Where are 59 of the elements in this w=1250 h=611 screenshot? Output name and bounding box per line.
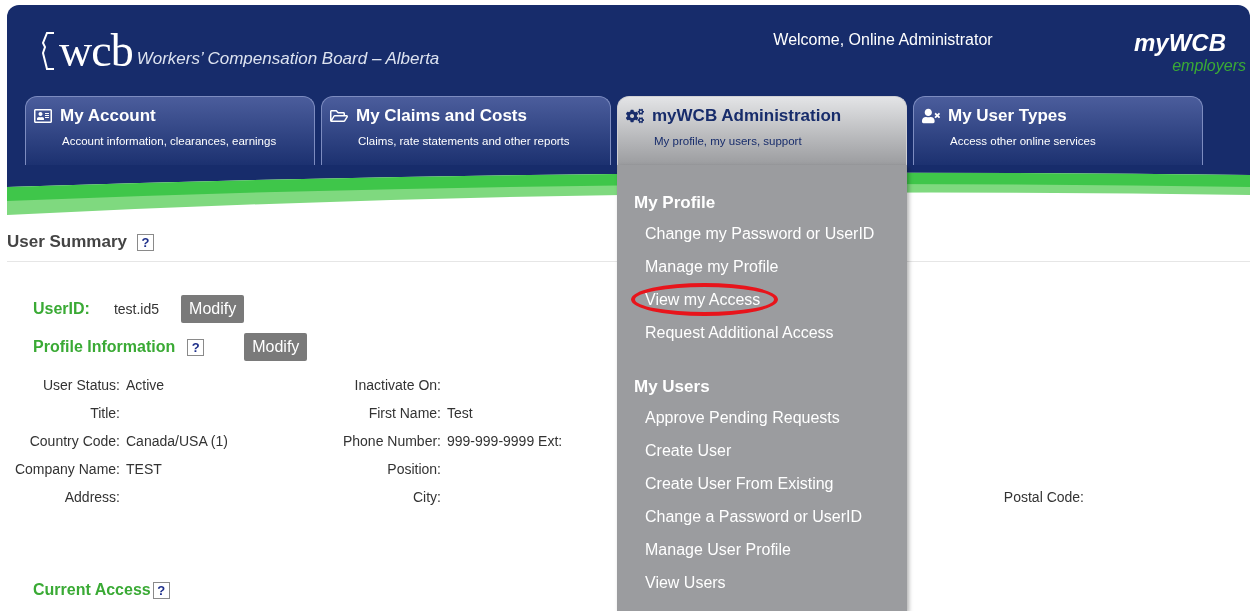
menu-item[interactable]: Approve Pending Requests	[634, 401, 840, 434]
id-card-icon	[34, 107, 52, 125]
logo-text: wcb	[59, 31, 133, 71]
tab-subtitle: Access other online services	[949, 135, 1097, 147]
field-value: Test	[447, 405, 473, 421]
field-label: Title:	[90, 405, 120, 421]
section-heading: Profile Information	[33, 338, 176, 356]
tab-subtitle: Account information, clearances, earnings	[61, 135, 278, 147]
tab-subtitle: Claims, rate statements and other reports	[357, 135, 571, 147]
field-label: Phone Number:	[342, 433, 441, 449]
field-label: UserID:	[33, 300, 90, 318]
field-label: Country Code:	[29, 433, 120, 449]
menu-item[interactable]: Manage my Profile	[634, 250, 779, 283]
menu-item[interactable]: Create User From Existing	[634, 467, 834, 500]
field-label: Postal Code:	[1003, 489, 1084, 505]
user-x-icon	[922, 107, 940, 125]
tab-title: My Account	[60, 106, 156, 126]
help-button[interactable]: ?	[152, 581, 170, 599]
field-label: City:	[413, 489, 441, 505]
nav-tab[interactable]: My Claims and Costs Claims, rate statements and other reports	[321, 96, 611, 165]
field-label: Position:	[387, 461, 441, 477]
nav-tab[interactable]: My Account Account information, clearances, earnings	[25, 96, 315, 165]
modify-button[interactable]: Modify	[181, 295, 245, 323]
section-title: User Summary	[7, 232, 127, 252]
field-label: Inactivate On:	[354, 377, 441, 393]
menu-item[interactable]: View my Access	[631, 283, 779, 316]
gears-icon	[626, 107, 644, 125]
nav-tab[interactable]: My User Types Access other online services	[913, 96, 1203, 165]
org-name: Workers’ Compensation Board – Alberta	[136, 49, 440, 69]
userid-value: test.id5	[113, 301, 160, 317]
brand-subtitle: employers	[1172, 57, 1246, 75]
menu-item[interactable]: Create User	[634, 434, 732, 467]
menu-item[interactable]: Request Additional Access	[634, 316, 834, 349]
logo-icon	[41, 31, 55, 71]
field-label: Address:	[64, 489, 120, 505]
section-heading: Current Access	[33, 581, 151, 599]
folder-icon	[330, 107, 348, 125]
tab-subtitle: My profile, my users, support	[653, 135, 803, 147]
field-label: Company Name:	[14, 461, 120, 477]
field-value: 999-999-9999 Ext:	[447, 433, 563, 449]
tab-title: My Claims and Costs	[356, 106, 527, 126]
help-button[interactable]: ?	[187, 338, 205, 356]
field-value: TEST	[126, 461, 162, 477]
menu-item[interactable]: Manage User Profile	[634, 533, 791, 566]
menu-item[interactable]: Change my Password or UserID	[634, 217, 875, 250]
welcome-text: Welcome, Online Administrator	[773, 31, 993, 49]
menu-heading: My Profile	[634, 193, 716, 213]
menu-item[interactable]: View Users	[634, 566, 726, 599]
brand-name: myWCB	[1134, 29, 1226, 57]
field-value: Active	[126, 377, 165, 393]
menu-heading: My Users	[634, 377, 710, 397]
modify-button[interactable]: Modify	[244, 333, 308, 361]
tab-title: myWCB Administration	[652, 106, 842, 126]
field-label: First Name:	[368, 405, 441, 421]
field-value: Canada/USA (1)	[126, 433, 228, 449]
field-label: User Status:	[42, 377, 120, 393]
help-button[interactable]: ?	[137, 233, 154, 251]
tab-title: My User Types	[948, 106, 1067, 126]
menu-item[interactable]: Change a Password or UserID	[634, 500, 862, 533]
